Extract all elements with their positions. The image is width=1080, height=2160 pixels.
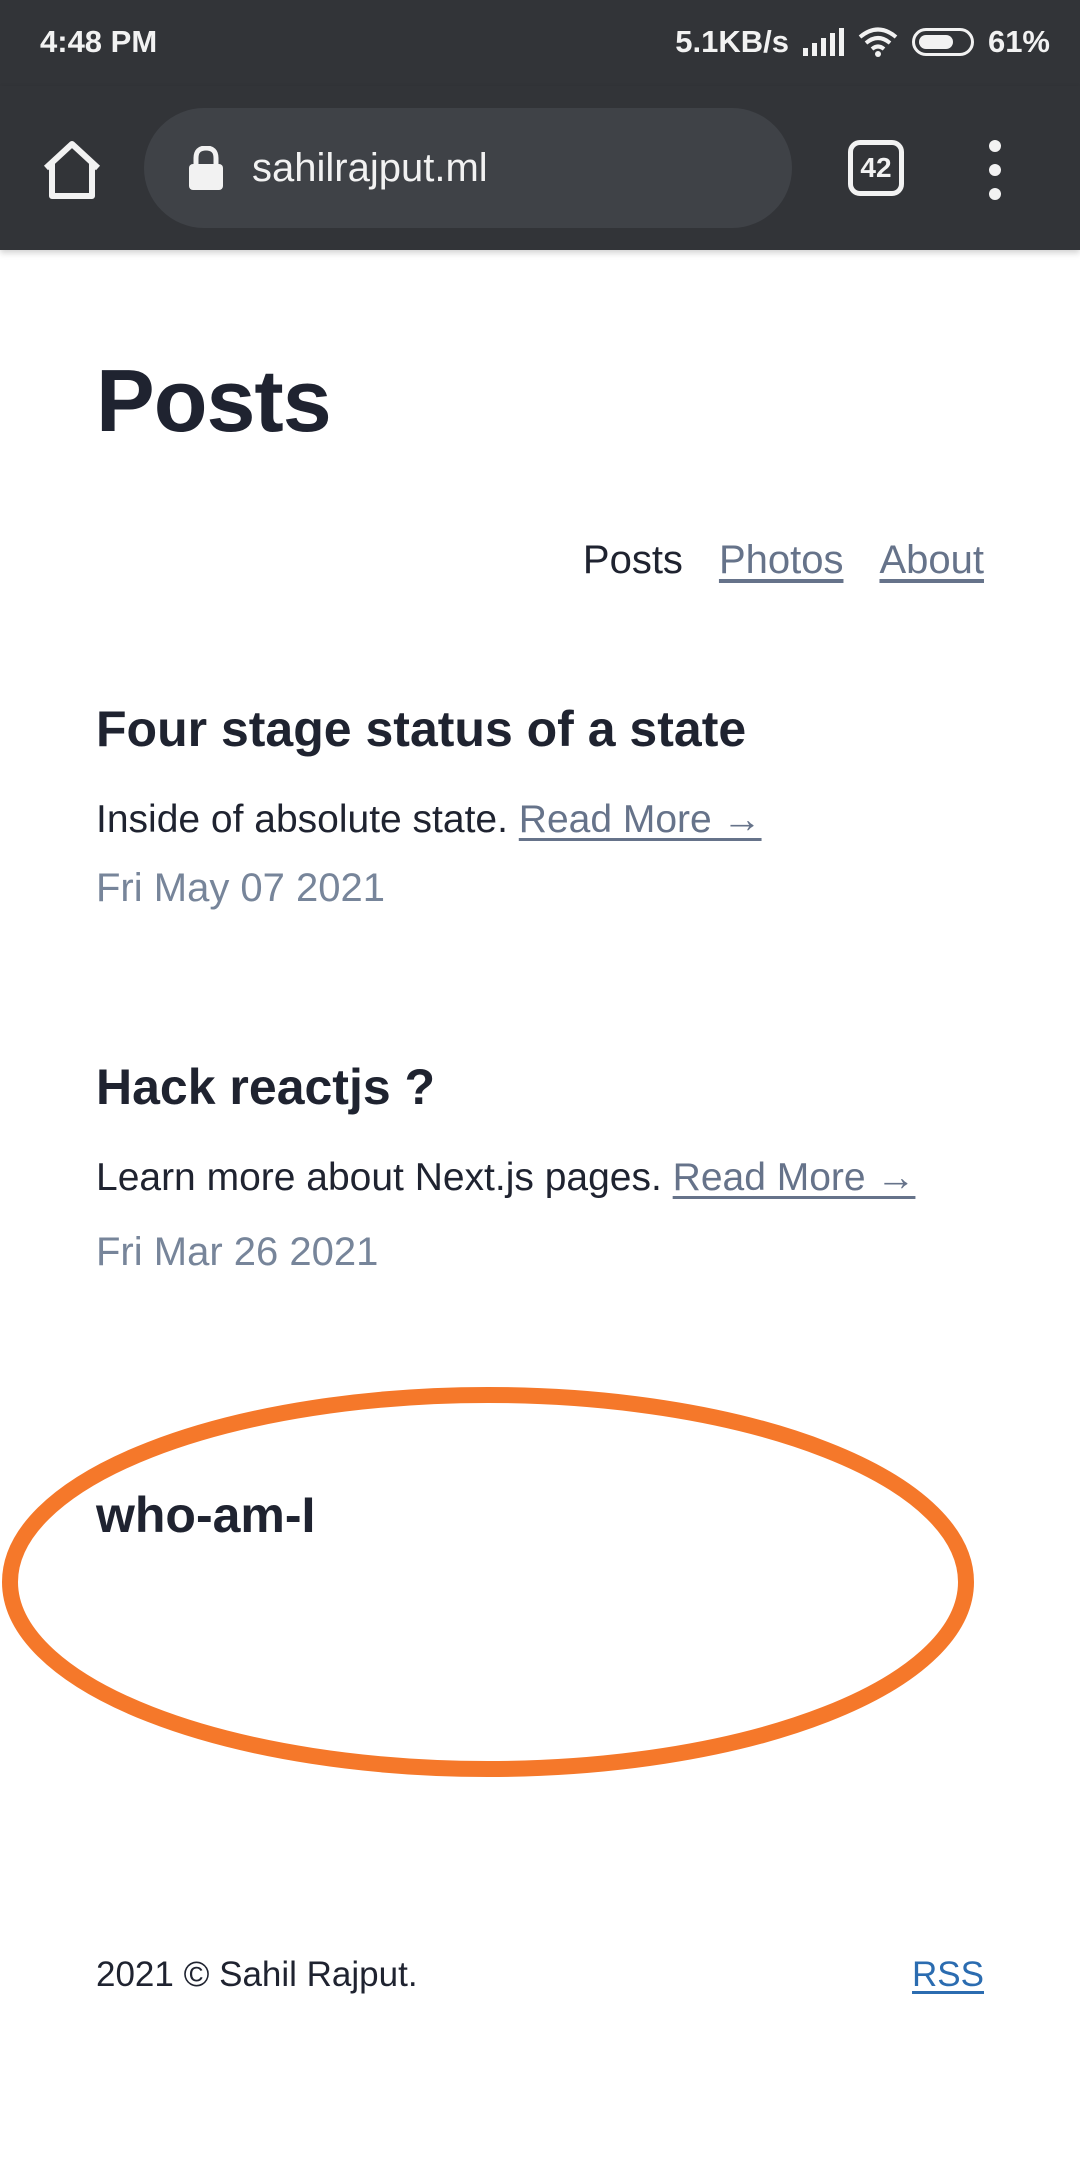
post-title[interactable]: who-am-I [96, 1486, 986, 1544]
address-bar[interactable]: sahilrajput.ml [144, 108, 792, 228]
post-date: Fri Mar 26 2021 [96, 1230, 379, 1274]
post-item: Hack reactjs ? Learn more about Next.js … [96, 1058, 956, 1275]
read-more-link[interactable]: Read More → [673, 1156, 916, 1199]
post-summary-text: Inside of absolute state. [96, 798, 508, 841]
post-summary: Learn more about Next.js pages. Read Mor… [96, 1138, 956, 1218]
post-item: Four stage status of a state Inside of a… [96, 700, 986, 911]
lock-icon [189, 146, 223, 190]
annotation-ellipse [2, 1387, 974, 1777]
network-speed: 5.1KB/s [675, 24, 789, 59]
post-title[interactable]: Four stage status of a state [96, 700, 986, 758]
home-icon[interactable] [38, 136, 106, 204]
status-bar: 4:48 PM 5.1KB/s 61% [0, 0, 1080, 86]
page-title: Posts [96, 351, 332, 450]
browser-toolbar: sahilrajput.ml 42 [0, 86, 1080, 250]
nav-posts[interactable]: Posts [583, 538, 683, 583]
read-more-link[interactable]: Read More → [519, 798, 762, 841]
tab-switcher-button[interactable]: 42 [848, 140, 904, 196]
rss-link[interactable]: RSS [912, 1955, 984, 1995]
post-summary: Inside of absolute state. Read More → [96, 780, 986, 860]
post-summary-text: Learn more about Next.js pages. [96, 1156, 662, 1199]
site-nav: Posts Photos About [583, 538, 984, 583]
cell-signal-icon [802, 28, 844, 56]
more-menu-icon[interactable] [980, 140, 1010, 200]
post-title[interactable]: Hack reactjs ? [96, 1058, 956, 1116]
post-date: Fri May 07 2021 [96, 866, 386, 910]
status-indicators: 5.1KB/s 61% [675, 24, 1050, 60]
battery-percent: 61% [987, 24, 1050, 59]
wifi-icon [858, 27, 898, 57]
nav-about-link[interactable]: About [879, 538, 984, 583]
battery-icon [911, 28, 974, 56]
url-text: sahilrajput.ml [252, 146, 488, 190]
footer-copyright: 2021 © Sahil Rajput. [96, 1955, 418, 1994]
nav-photos-link[interactable]: Photos [719, 538, 844, 583]
status-time: 4:48 PM [40, 24, 158, 59]
post-item: who-am-I [96, 1486, 986, 1544]
